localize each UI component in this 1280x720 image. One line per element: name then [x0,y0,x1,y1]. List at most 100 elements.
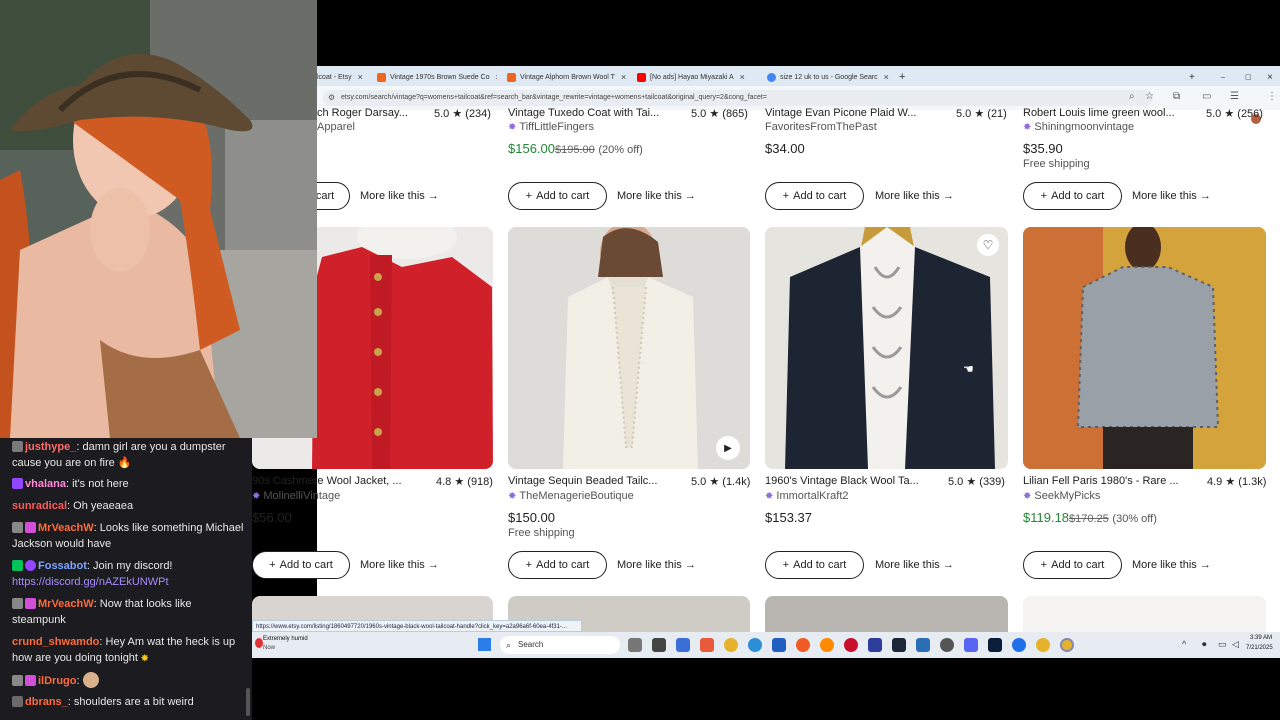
taskbar-search[interactable]: ⌕ Search [500,636,620,654]
product-title[interactable]: Vintage Evan Picone Plaid W... [765,107,916,119]
bookmark-star-icon[interactable]: ☆ [1145,91,1154,102]
add-to-cart-button[interactable]: + Add to cart [1023,551,1122,579]
app-icon[interactable] [940,638,954,652]
more-like-this-link[interactable]: More like this → [1132,190,1211,202]
tab-youtube[interactable]: [No ads] Hayao Miyazaki A × [637,68,761,86]
play-video-icon[interactable]: ▶ [716,436,740,460]
shop-name[interactable]: Apparel [317,121,355,133]
close-icon[interactable]: × [884,72,889,82]
tab-google[interactable]: size 12 uk to us - Google Searc × [767,68,895,86]
maximize-button[interactable]: ▢ [1245,68,1257,86]
extensions-icon[interactable]: ⧉ [1173,91,1180,102]
close-icon[interactable]: × [740,72,745,82]
task-view-icon[interactable] [628,638,642,652]
url-input[interactable]: etsy.com/search/vintage?q=womens+tailcoa… [323,90,1153,106]
site-info-icon[interactable]: ⚙ [328,93,335,102]
tab-search-button[interactable]: + [1189,68,1201,86]
app-icon[interactable] [772,638,786,652]
microphone-icon[interactable]: ⏺ [1202,639,1207,650]
weather-title[interactable]: Extremely humid [263,636,308,642]
more-like-this-link[interactable]: More like this → [360,190,439,202]
chat-username[interactable]: justhype_ [25,441,76,453]
volume-icon[interactable]: ◁ [1232,639,1239,650]
shop-name[interactable]: ✸ MolinelliVintage [252,490,340,502]
brave-icon[interactable] [796,638,810,652]
product-image-partial[interactable] [765,596,1008,632]
windows-start-icon[interactable] [478,638,491,651]
shop-name[interactable]: ✸ SeekMyPicks [1023,490,1100,502]
close-icon[interactable]: × [496,72,498,82]
add-to-cart-button[interactable]: + Add to cart [765,182,864,210]
clock-date[interactable]: 7/21/2025 [1246,645,1273,651]
chat-username[interactable]: Fossabot [38,560,87,572]
shop-name[interactable]: ✸ TheMenagerieBoutique [508,490,634,502]
more-like-this-link[interactable]: More like this → [875,559,954,571]
menu-icon[interactable]: ☰ [1230,91,1239,102]
network-icon[interactable]: ▭ [1218,639,1227,650]
tab-etsy-search[interactable]: lcoat - Etsy × [317,68,377,86]
discord-icon[interactable] [964,638,978,652]
app-icon[interactable] [700,638,714,652]
chat-username[interactable]: crund_shwamdo [12,636,99,648]
opera-icon[interactable] [844,638,858,652]
weather-icon[interactable] [255,638,263,648]
zoom-icon[interactable]: ⌕ [1129,91,1135,102]
steam-icon[interactable] [892,638,906,652]
more-options-icon[interactable]: ⋮ [1267,91,1277,102]
product-title[interactable]: 90s Cashmere Wool Jacket, ... [252,475,402,487]
product-image-sequin-tailcoat[interactable]: ▶ [508,227,750,469]
product-title[interactable]: Lilian Fell Paris 1980's - Rare ... [1023,475,1179,487]
sidebar-icon[interactable]: ▭ [1202,91,1211,102]
chrome-active-icon[interactable] [1060,638,1074,652]
app-icon[interactable] [1012,638,1026,652]
chat-username[interactable]: MrVeachW [38,598,94,610]
more-like-this-link[interactable]: More like this → [617,559,696,571]
product-title[interactable]: Vintage Sequin Beaded Tailc... [508,475,657,487]
chat-scrollbar[interactable] [246,688,250,716]
app-icon[interactable] [916,638,930,652]
close-icon[interactable]: × [358,72,363,82]
chat-username[interactable]: MrVeachW [38,522,94,534]
product-title[interactable]: Robert Louis lime green wool... [1023,107,1175,119]
chrome-icon[interactable] [1036,638,1050,652]
app-icon[interactable] [868,638,882,652]
firefox-icon[interactable] [820,638,834,652]
add-to-cart-button[interactable]: + Add to cart [1023,182,1122,210]
chat-username[interactable]: dbrans_ [25,696,68,708]
close-icon[interactable]: × [621,72,626,82]
chat-username[interactable]: vhalana [25,478,66,490]
product-title[interactable]: 1960's Vintage Black Wool Ta... [765,475,919,487]
chrome-icon[interactable] [724,638,738,652]
more-like-this-link[interactable]: More like this → [617,190,696,202]
product-image-black-tailcoat[interactable]: ♡ [765,227,1008,469]
new-tab-button[interactable]: + [899,68,913,86]
favorite-heart-icon[interactable]: ♡ [977,234,999,256]
tray-chevron-icon[interactable]: ^ [1182,639,1186,649]
photoshop-icon[interactable] [988,638,1002,652]
shop-name[interactable]: FavoritesFromThePast [765,121,877,133]
add-to-cart-button[interactable]: + Add to cart [765,551,864,579]
edge-icon[interactable] [748,638,762,652]
add-to-cart-button[interactable]: + Add to cart [252,551,350,579]
shop-name[interactable]: ✸ Shiningmoonvintage [1023,121,1134,133]
more-like-this-link[interactable]: More like this → [1132,559,1211,571]
chat-link[interactable]: https://discord.gg/nAZEkUNWPt [12,574,244,590]
product-title[interactable]: Vintage Tuxedo Coat with Tai... [508,107,659,119]
clock-time[interactable]: 3:39 AM [1250,635,1272,641]
app-icon[interactable] [676,638,690,652]
more-like-this-link[interactable]: More like this → [360,559,439,571]
product-title[interactable]: ch Roger Darsay... [317,107,408,119]
minimize-button[interactable]: – [1221,68,1233,86]
chat-username[interactable]: sunradical [12,500,67,512]
shop-name[interactable]: ✸ TiffLittleFingers [508,121,594,133]
close-window-button[interactable]: × [1267,68,1279,86]
add-to-cart-button[interactable]: + Add to cart [508,551,607,579]
product-image-metallic-jacket[interactable] [1023,227,1266,469]
tab-etsy-suede[interactable]: Vintage 1970s Brown Suede Co × [377,68,497,86]
add-to-cart-button[interactable]: + Add to cart [508,182,607,210]
shop-name[interactable]: ✸ ImmortalKraft2 [765,490,849,502]
terminal-icon[interactable] [652,638,666,652]
chat-username[interactable]: ilDrugo [38,675,77,687]
tab-etsy-alphorn[interactable]: Vintage Alphorn Brown Wool T × [507,68,629,86]
product-image-partial[interactable] [1023,596,1266,632]
